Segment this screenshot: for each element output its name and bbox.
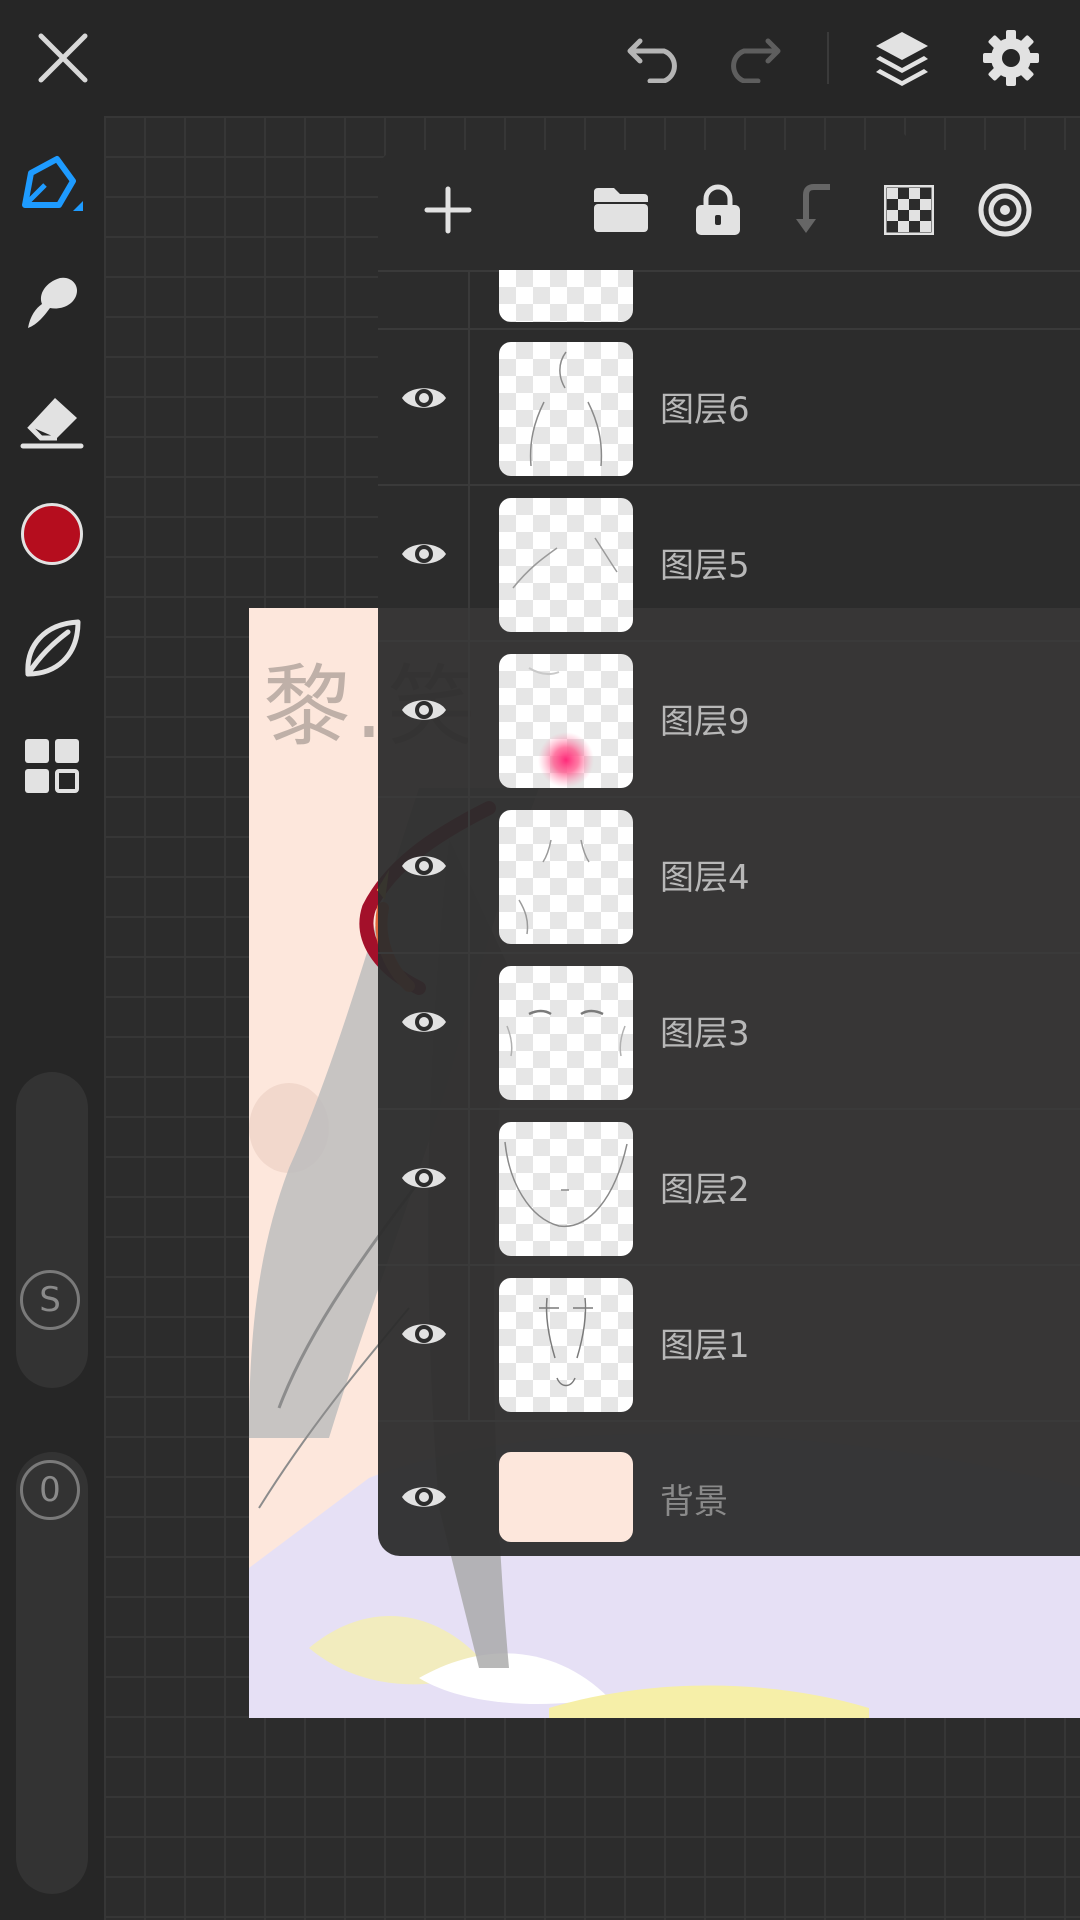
layer-row[interactable]: 图层4	[378, 798, 1080, 954]
lock-layer-button[interactable]	[682, 174, 754, 246]
layer-visibility-toggle[interactable]	[396, 994, 452, 1050]
layer-row[interactable]: 图层3	[378, 954, 1080, 1110]
add-layer-button[interactable]	[412, 174, 484, 246]
layer-target-icon	[978, 183, 1032, 237]
layer-visibility-toggle[interactable]	[396, 1469, 452, 1525]
layer-thumbnail	[499, 1122, 633, 1256]
layer-row[interactable]: 图层6	[378, 330, 1080, 486]
brush-size-slider[interactable]	[16, 1072, 88, 1388]
background-layer-row[interactable]: 背景	[378, 1438, 1080, 1556]
layers-panel: 图层6 图层5 图层9 图层4 图层3 图层2 图层1 背景	[378, 150, 1080, 1556]
opacity-slider-label: 0	[20, 1460, 80, 1520]
background-layer-name: 背景	[660, 1482, 728, 1522]
layer-thumbnail	[499, 498, 633, 632]
add-icon	[424, 186, 472, 234]
eye-icon	[402, 1487, 446, 1507]
redo-icon	[731, 38, 781, 83]
current-color-swatch	[21, 503, 83, 565]
layer-thumbnail	[499, 342, 633, 476]
layer-name: 图层3	[660, 1014, 750, 1054]
layer-name: 图层1	[660, 1326, 750, 1366]
smudge-icon	[28, 277, 78, 328]
layer-name: 图层2	[660, 1170, 750, 1210]
merge-down-button[interactable]	[778, 174, 850, 246]
eye-icon	[402, 1012, 446, 1032]
eye-icon	[402, 544, 446, 564]
merge-down-icon	[796, 184, 830, 233]
layer-row[interactable]: 图层2	[378, 1110, 1080, 1266]
new-group-button[interactable]	[585, 174, 657, 246]
top-bar	[0, 0, 1080, 116]
layer-visibility-toggle[interactable]	[396, 526, 452, 582]
layer-name: 图层6	[660, 390, 750, 430]
layers-icon	[876, 32, 928, 86]
layer-name: 图层9	[660, 702, 750, 742]
layer-name: 图层5	[660, 546, 750, 586]
layers-panel-header	[378, 150, 1080, 272]
color-picker-button[interactable]	[16, 498, 88, 570]
brush-tool-button[interactable]	[16, 152, 88, 224]
brush-library-button[interactable]	[16, 612, 88, 684]
leaf-icon	[25, 619, 81, 677]
undo-icon	[627, 38, 677, 83]
close-icon	[38, 33, 88, 83]
reference-layer-button[interactable]	[969, 174, 1041, 246]
transparency-icon	[884, 185, 934, 235]
redo-button[interactable]	[716, 22, 788, 94]
gallery-button[interactable]	[16, 730, 88, 802]
layers-button[interactable]	[866, 22, 938, 94]
close-button[interactable]	[27, 22, 99, 94]
layer-visibility-toggle[interactable]	[396, 370, 452, 426]
grid-icon	[25, 739, 79, 793]
left-toolbar: S 0	[0, 116, 104, 1920]
pen-icon	[22, 156, 83, 211]
eye-icon	[402, 856, 446, 876]
layer-row[interactable]: 图层9	[378, 642, 1080, 798]
alpha-lock-button[interactable]	[873, 174, 945, 246]
lock-icon	[696, 184, 740, 235]
layer-thumbnail	[499, 1278, 633, 1412]
gear-icon	[983, 30, 1039, 86]
layer-row-partial[interactable]	[378, 270, 1080, 330]
layer-visibility-toggle[interactable]	[396, 682, 452, 738]
layer-visibility-toggle[interactable]	[396, 838, 452, 894]
layer-thumbnail	[499, 966, 633, 1100]
layer-visibility-toggle[interactable]	[396, 1306, 452, 1362]
eye-icon	[402, 1168, 446, 1188]
folder-icon	[594, 188, 648, 232]
layer-thumbnail	[499, 270, 633, 322]
layer-thumbnail	[499, 810, 633, 944]
layer-visibility-toggle[interactable]	[396, 1150, 452, 1206]
layer-name: 图层4	[660, 858, 750, 898]
layer-thumbnail	[499, 654, 633, 788]
background-color-thumbnail	[499, 1452, 633, 1542]
eye-icon	[402, 1324, 446, 1344]
eye-icon	[402, 700, 446, 720]
eraser-tool-button[interactable]	[16, 384, 88, 456]
eye-icon	[402, 388, 446, 408]
layer-row[interactable]: 图层1	[378, 1266, 1080, 1422]
eraser-icon	[20, 398, 84, 449]
toolbar-divider	[827, 32, 829, 84]
undo-button[interactable]	[620, 22, 692, 94]
settings-button[interactable]	[975, 22, 1047, 94]
size-slider-label: S	[20, 1270, 80, 1330]
layer-row[interactable]: 图层5	[378, 486, 1080, 642]
smudge-tool-button[interactable]	[16, 266, 88, 338]
